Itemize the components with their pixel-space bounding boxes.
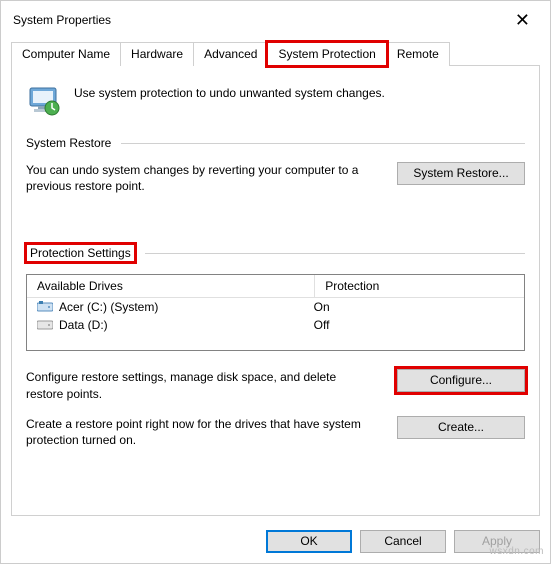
system-restore-button[interactable]: System Restore... — [397, 162, 525, 185]
watermark: wsxdn.com — [489, 546, 544, 557]
titlebar: System Properties ✕ — [1, 1, 550, 35]
section-label-system-restore: System Restore — [26, 136, 111, 150]
configure-button[interactable]: Configure... — [397, 369, 525, 392]
drive-protection: Off — [314, 318, 514, 332]
intro-text: Use system protection to undo unwanted s… — [74, 82, 385, 100]
drive-name: Data (D:) — [59, 318, 108, 332]
intro-row: Use system protection to undo unwanted s… — [26, 82, 525, 118]
section-system-restore: System Restore — [26, 136, 525, 150]
section-protection-settings: Protection Settings — [26, 244, 525, 262]
col-available-drives[interactable]: Available Drives — [27, 275, 315, 297]
content-area: Computer Name Hardware Advanced System P… — [1, 35, 550, 516]
configure-row: Configure restore settings, manage disk … — [26, 369, 525, 401]
col-protection[interactable]: Protection — [315, 275, 524, 297]
tabstrip: Computer Name Hardware Advanced System P… — [11, 41, 540, 66]
cancel-button[interactable]: Cancel — [360, 530, 446, 553]
dialog-footer: OK Cancel Apply — [1, 522, 550, 563]
drives-table-body: Acer (C:) (System) On Data (D:) Off — [27, 298, 524, 350]
system-restore-row: You can undo system changes by reverting… — [26, 162, 525, 194]
create-button[interactable]: Create... — [397, 416, 525, 439]
table-row[interactable]: Acer (C:) (System) On — [27, 298, 524, 316]
create-desc: Create a restore point right now for the… — [26, 416, 361, 448]
section-label-protection-settings: Protection Settings — [26, 244, 135, 262]
drive-icon — [37, 301, 53, 313]
divider — [145, 253, 525, 254]
divider — [121, 143, 525, 144]
table-row[interactable]: Data (D:) Off — [27, 316, 524, 334]
system-properties-window: System Properties ✕ Computer Name Hardwa… — [0, 0, 551, 564]
drive-protection: On — [314, 300, 514, 314]
window-title: System Properties — [13, 13, 111, 27]
create-row: Create a restore point right now for the… — [26, 416, 525, 448]
configure-desc: Configure restore settings, manage disk … — [26, 369, 361, 401]
tab-system-protection[interactable]: System Protection — [267, 42, 386, 66]
system-restore-desc: You can undo system changes by reverting… — [26, 162, 361, 194]
ok-button[interactable]: OK — [266, 530, 352, 553]
drive-name: Acer (C:) (System) — [59, 300, 158, 314]
tab-panel-system-protection: Use system protection to undo unwanted s… — [11, 66, 540, 516]
tab-hardware[interactable]: Hardware — [120, 42, 194, 66]
tab-remote[interactable]: Remote — [386, 42, 450, 66]
system-restore-icon — [26, 82, 62, 118]
tab-advanced[interactable]: Advanced — [193, 42, 268, 66]
drives-table-header: Available Drives Protection — [27, 275, 524, 298]
tab-computer-name[interactable]: Computer Name — [11, 42, 121, 66]
close-icon[interactable]: ✕ — [507, 9, 538, 31]
drive-icon — [37, 319, 53, 331]
drives-table: Available Drives Protection Acer (C:) (S… — [26, 274, 525, 351]
